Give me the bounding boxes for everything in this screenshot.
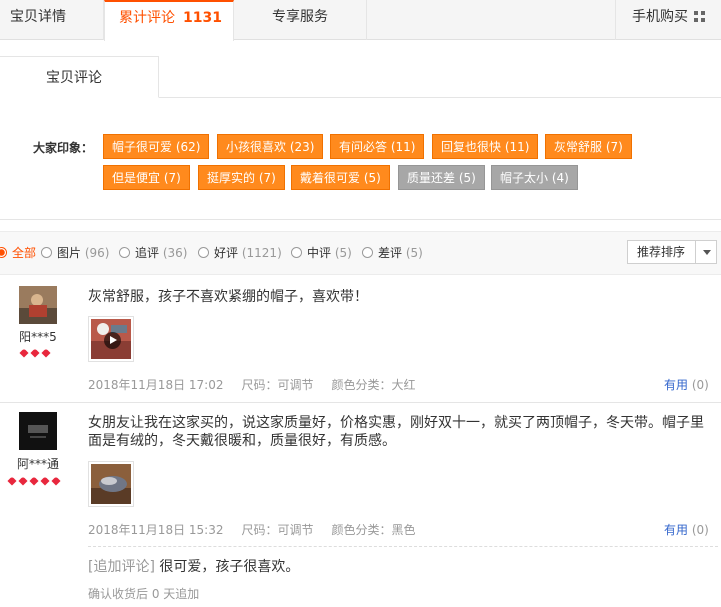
append-review: [追加评论] 很可爱，孩子很喜欢。 bbox=[88, 556, 299, 576]
impression-tag[interactable]: 戴着很可爱 (5) bbox=[291, 165, 390, 190]
useful-button[interactable]: 有用 (0) bbox=[664, 521, 709, 538]
tab-service[interactable]: 专享服务 bbox=[234, 0, 367, 40]
useful-label: 有用 bbox=[664, 378, 689, 392]
sort-label: 推荐排序 bbox=[637, 245, 686, 259]
tab-mobile-label: 手机购买 bbox=[632, 9, 688, 25]
impression-tag[interactable]: 小孩很喜欢 (23) bbox=[217, 134, 324, 159]
user-name: 阳***5 bbox=[19, 330, 57, 344]
useful-count: (0) bbox=[691, 523, 709, 537]
impression-tag[interactable]: 回复也很快 (11) bbox=[432, 134, 539, 159]
review-date: 2018年11月18日 15:32 bbox=[88, 523, 224, 537]
review-size: 尺码：可调节 bbox=[241, 378, 314, 392]
review-video-thumbnail[interactable] bbox=[88, 316, 134, 362]
review-meta: 2018年11月18日 15:32 尺码：可调节 颜色分类：黑色 bbox=[88, 521, 434, 538]
impression-tag[interactable]: 挺厚实的 (7) bbox=[198, 165, 285, 190]
review-date: 2018年11月18日 17:02 bbox=[88, 378, 224, 392]
avatar bbox=[19, 286, 57, 324]
tab-reviews-label: 累计评论 bbox=[119, 10, 175, 26]
tab-reviews[interactable]: 累计评论 1131 bbox=[104, 0, 234, 41]
radio-selected-icon bbox=[0, 247, 7, 258]
review-image bbox=[91, 464, 131, 504]
impression-tag[interactable]: 质量还差 (5) bbox=[398, 165, 485, 190]
review-size: 尺码：可调节 bbox=[241, 523, 314, 537]
filter-images[interactable]: 图片 (96) bbox=[41, 244, 109, 261]
heart-icon bbox=[51, 477, 61, 486]
impression-tag[interactable]: 灰常舒服 (7) bbox=[545, 134, 632, 159]
review-divider bbox=[0, 402, 721, 403]
sort-separator bbox=[695, 241, 696, 263]
radio-icon bbox=[119, 247, 130, 258]
heart-icon bbox=[40, 477, 50, 486]
tab-service-label: 专享服务 bbox=[272, 9, 328, 25]
sub-tab-item-reviews[interactable]: 宝贝评论 bbox=[0, 56, 159, 98]
radio-icon bbox=[198, 247, 209, 258]
radio-icon bbox=[362, 247, 373, 258]
filter-all[interactable]: 全部 bbox=[0, 244, 36, 261]
filter-negative[interactable]: 差评 (5) bbox=[362, 244, 423, 261]
play-icon bbox=[104, 332, 121, 349]
credit-hearts bbox=[7, 475, 62, 485]
review-count: 1131 bbox=[183, 10, 222, 26]
filter-neutral[interactable]: 中评 (5) bbox=[291, 244, 352, 261]
radio-icon bbox=[291, 247, 302, 258]
impressions-label: 大家印象： bbox=[33, 141, 94, 155]
useful-button[interactable]: 有用 (0) bbox=[664, 376, 709, 393]
section-divider bbox=[0, 219, 721, 220]
review-color: 颜色分类：黑色 bbox=[331, 523, 416, 537]
filter-followup[interactable]: 追评 (36) bbox=[119, 244, 187, 261]
heart-icon bbox=[19, 349, 29, 358]
useful-count: (0) bbox=[691, 378, 709, 392]
tab-mobile-buy[interactable]: 手机购买 bbox=[615, 0, 721, 40]
impression-tag[interactable]: 但是便宜 (7) bbox=[103, 165, 190, 190]
impression-tag[interactable]: 帽子太小 (4) bbox=[491, 165, 578, 190]
radio-icon bbox=[41, 247, 52, 258]
review-meta: 2018年11月18日 17:02 尺码：可调节 颜色分类：大红 bbox=[88, 376, 434, 393]
tab-detail-label: 宝贝详情 bbox=[10, 9, 66, 25]
sort-dropdown[interactable]: 推荐排序 bbox=[627, 240, 717, 264]
append-divider bbox=[88, 546, 718, 547]
tab-item-detail[interactable]: 宝贝详情 bbox=[0, 0, 104, 40]
heart-icon bbox=[29, 477, 39, 486]
review-text: 灰常舒服，孩子不喜欢紧绷的帽子，喜欢带！ bbox=[88, 289, 368, 305]
review-text: 女朋友让我在这家买的，说这家质量好，价格实惠，刚好双十一，就买了两顶帽子，冬天带… bbox=[88, 415, 704, 449]
append-tag: [追加评论] bbox=[88, 559, 155, 575]
credit-hearts bbox=[19, 347, 52, 357]
top-tab-bar: 宝贝详情 累计评论 1131 专享服务 手机购买 bbox=[0, 0, 721, 41]
qr-code-icon bbox=[694, 11, 705, 22]
filter-bar: 全部 图片 (96) 追评 (36) 好评 (1121) 中评 (5) 差评 (… bbox=[0, 231, 721, 275]
heart-icon bbox=[7, 477, 17, 486]
avatar bbox=[19, 412, 57, 450]
chevron-down-icon bbox=[703, 250, 711, 255]
append-text: 很可爱，孩子很喜欢。 bbox=[159, 559, 300, 575]
useful-label: 有用 bbox=[664, 523, 689, 537]
sub-tab-label: 宝贝评论 bbox=[46, 70, 102, 86]
append-meta: 确认收货后 0 天追加 bbox=[88, 587, 200, 601]
impression-tag[interactable]: 有问必答 (11) bbox=[330, 134, 425, 159]
heart-icon bbox=[41, 349, 51, 358]
review-image-thumbnail[interactable] bbox=[88, 461, 134, 507]
heart-icon bbox=[30, 349, 40, 358]
review-color: 颜色分类：大红 bbox=[331, 378, 416, 392]
filter-positive[interactable]: 好评 (1121) bbox=[198, 244, 282, 261]
heart-icon bbox=[18, 477, 28, 486]
user-name: 阿***通 bbox=[16, 457, 59, 471]
impression-tag[interactable]: 帽子很可爱 (62) bbox=[103, 134, 210, 159]
